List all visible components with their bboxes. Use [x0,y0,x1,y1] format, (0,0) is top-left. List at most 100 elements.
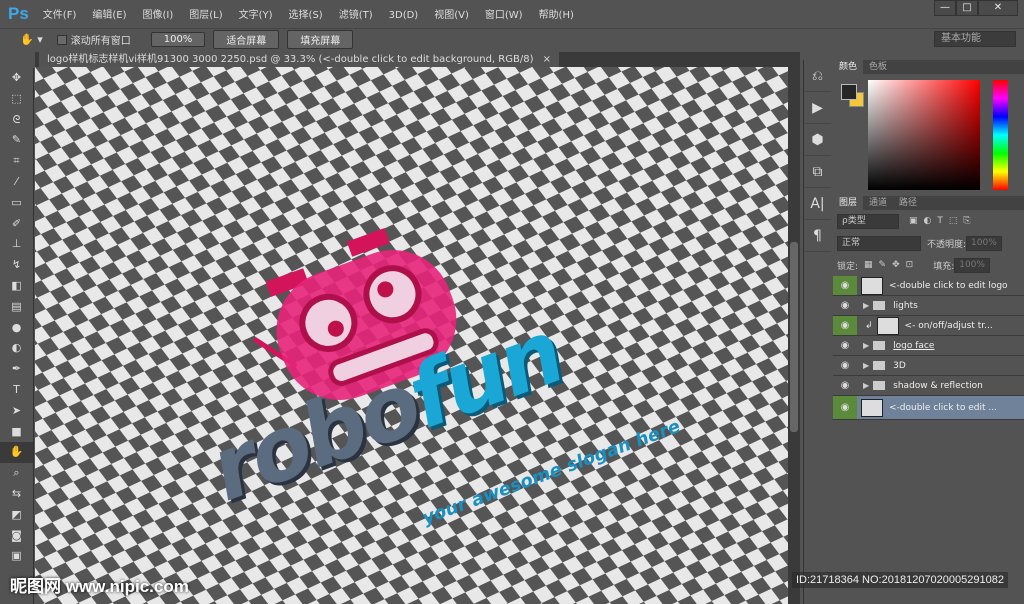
menu-select[interactable]: 选择(S) [289,10,323,21]
brush-tool-icon[interactable]: ✐ [0,214,33,235]
layer-row-selected[interactable]: ◉ <-double click to edit ... [833,396,1024,420]
opacity-label: 不透明度: [927,239,967,250]
eyedropper-tool-icon[interactable]: ⁄ [0,172,33,193]
options-bar: ✋ ▾ 滚动所有窗口 100% 适合屏幕 填充屏幕 [0,28,1024,50]
crop-tool-icon[interactable]: ⌗ [0,151,33,172]
maximize-button[interactable]: □ [956,0,978,16]
dodge-tool-icon[interactable]: ◐ [0,338,33,359]
menu-help[interactable]: 帮助(H) [539,10,574,21]
visibility-eye-icon[interactable]: ◉ [833,376,857,395]
actions-panel-icon[interactable]: ▶ [804,92,831,124]
character-panel-icon[interactable]: A| [804,188,831,220]
hue-slider[interactable] [993,80,1008,190]
shape-tool-icon[interactable]: ■ [0,422,33,443]
healing-tool-icon[interactable]: ▭ [0,193,33,214]
3d-panel-icon[interactable]: ⬢ [804,124,831,156]
document-canvas[interactable]: robofun your awesome slogan here [35,67,788,604]
menu-layer[interactable]: 图层(L) [189,10,222,21]
workspace-select[interactable]: 基本功能 [934,31,1016,47]
minimize-button[interactable]: — [934,0,956,16]
layers-panel: 图层 通道 路径 ρ类型 ▣◐T⬚⎘ 正常 不透明度: 100% 锁定: ▦✎✥⊡ 填充:… [833,196,1024,420]
scrollbar-thumb[interactable] [790,242,798,432]
color-field[interactable] [868,80,980,190]
color-swatches-icon[interactable]: ◩ [0,505,33,526]
layer-filter-icons[interactable]: ▣◐T⬚⎘ [909,216,977,226]
layer-name: shadow & reflection [893,380,983,391]
history-brush-icon[interactable]: ↯ [0,255,33,276]
document-tab[interactable]: logo样机标志样机vi样机91300 3000 2250.psd @ 33.3… [39,52,560,67]
layer-row[interactable]: ◉ ▶ lights [833,296,1024,316]
gradient-tool-icon[interactable]: ▤ [0,297,33,318]
tab-paths[interactable]: 路径 [893,196,923,210]
expand-arrow-icon[interactable]: ▶ [863,381,869,390]
history-panel-icon[interactable]: ⎌ [804,60,831,92]
visibility-eye-icon[interactable]: ◉ [833,296,857,315]
visibility-eye-icon[interactable]: ◉ [833,336,857,355]
screen-mode-icon[interactable]: ▣ [0,546,33,567]
eraser-tool-icon[interactable]: ◧ [0,276,33,297]
scroll-all-checkbox[interactable] [56,34,67,45]
quick-mask-icon[interactable]: ◙ [0,526,33,547]
document-title: logo样机标志样机vi样机91300 3000 2250.psd @ 33.3… [47,54,534,65]
tab-layers[interactable]: 图层 [833,196,864,210]
menu-filter[interactable]: 滤镜(T) [339,10,373,21]
menu-edit[interactable]: 编辑(E) [92,10,126,21]
menu-window[interactable]: 窗口(W) [485,10,523,21]
zoom-100-button[interactable]: 100% [150,32,206,47]
lock-label: 锁定: [837,261,859,272]
close-button[interactable]: ✕ [978,0,1018,16]
expand-arrow-icon[interactable]: ▶ [863,341,869,350]
opacity-input[interactable]: 100% [966,235,1002,251]
paragraph-panel-icon[interactable]: ¶ [804,220,831,252]
visibility-eye-icon[interactable]: ◉ [833,276,857,295]
layer-row[interactable]: ◉ ↲ <- on/off/adjust tr... [833,316,1024,336]
watermark-site: 昵图网 www.nipic.com [10,577,189,596]
layers-panel-tabs: 图层 通道 路径 [833,196,1024,210]
zoom-tool-icon[interactable]: ⌕ [0,463,33,484]
blur-tool-icon[interactable]: ● [0,318,33,339]
tab-channels[interactable]: 通道 [863,196,893,210]
photoshop-logo: Ps [8,3,29,23]
brush-panel-icon[interactable]: ⧉ [804,156,831,188]
document-tabbar: logo样机标志样机vi样机91300 3000 2250.psd @ 33.3… [35,52,788,67]
stamp-tool-icon[interactable]: ⊥ [0,234,33,255]
menu-type[interactable]: 文字(Y) [239,10,273,21]
path-select-tool-icon[interactable]: ➤ [0,401,33,422]
visibility-eye-icon[interactable]: ◉ [833,356,857,375]
canvas-scrollbar[interactable] [788,52,800,604]
fit-screen-button[interactable]: 适合屏幕 [213,30,280,49]
swap-colors-icon[interactable]: ⇆ [0,484,33,505]
hand-tool-icon[interactable]: ✋ [0,442,33,464]
menu-image[interactable]: 图像(I) [142,10,173,21]
expand-arrow-icon[interactable]: ▶ [863,301,869,310]
layer-name: <- on/off/adjust tr... [904,320,993,331]
fill-input[interactable]: 100% [954,257,990,273]
move-tool-icon[interactable]: ✥ [0,68,33,89]
layer-row[interactable]: ◉ ▶ shadow & reflection [833,376,1024,396]
lasso-tool-icon[interactable]: ᘓ [0,110,33,131]
visibility-eye-icon[interactable]: ◉ [833,316,857,335]
tab-color[interactable]: 颜色 [833,60,864,74]
pen-tool-icon[interactable]: ✒ [0,359,33,380]
layer-filter-select[interactable]: ρ类型 [837,213,899,229]
marquee-tool-icon[interactable]: ⬚ [0,89,33,110]
expand-arrow-icon[interactable]: ▶ [863,361,869,370]
layer-row[interactable]: ◉ <-double click to edit logo [833,276,1024,296]
foreground-color[interactable] [841,84,857,100]
fill-screen-button[interactable]: 填充屏幕 [287,30,354,49]
menu-3d[interactable]: 3D(D) [389,10,419,21]
close-tab-icon[interactable]: × [543,54,551,65]
layer-row[interactable]: ◉ ▶ 3D [833,356,1024,376]
type-tool-icon[interactable]: T [0,380,33,401]
blend-mode-select[interactable]: 正常 [837,235,921,251]
tab-swatches[interactable]: 色板 [863,60,893,74]
layer-row[interactable]: ◉ ▶ logo face [833,336,1024,356]
menu-file[interactable]: 文件(F) [43,10,77,21]
scroll-all-label: 滚动所有窗口 [70,36,131,47]
visibility-eye-icon[interactable]: ◉ [833,396,857,419]
quick-select-tool-icon[interactable]: ✎ [0,130,33,151]
menu-view[interactable]: 视图(V) [434,10,469,21]
hand-tool-icon[interactable]: ✋ ▾ [20,33,43,46]
lock-icons[interactable]: ▦✎✥⊡ [864,260,919,270]
layer-thumbnail [861,276,883,295]
